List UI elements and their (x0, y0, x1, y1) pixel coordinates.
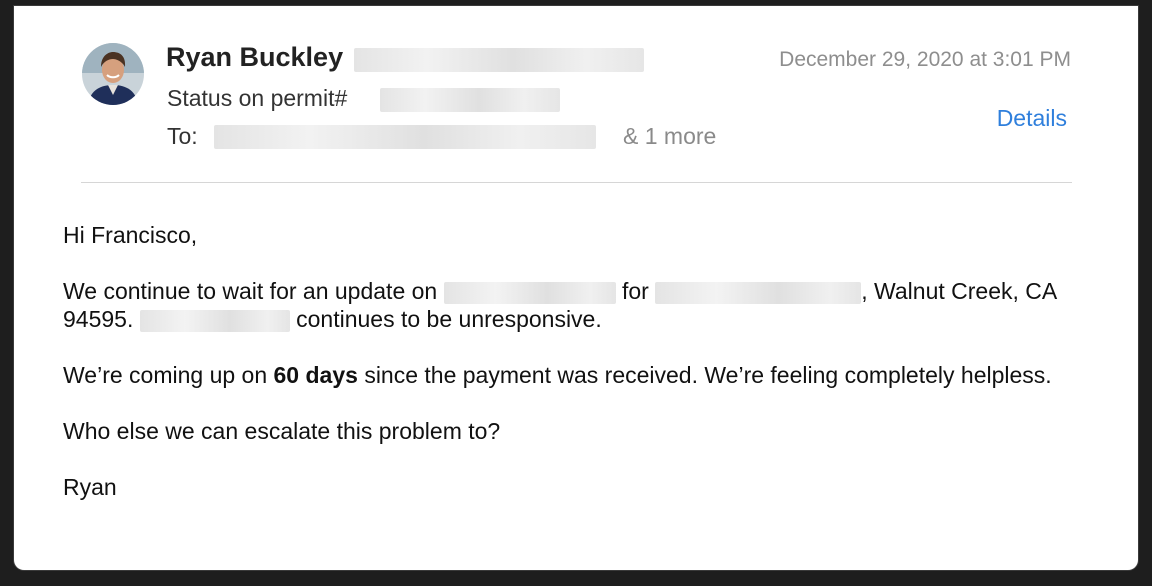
recipients-label: To: (167, 123, 198, 149)
body-text-segment: continues to be unresponsive. (296, 306, 602, 332)
header-divider (81, 182, 1072, 183)
body-paragraph-1: We continue to wait for an update on for… (63, 277, 1093, 333)
redacted-text (655, 281, 862, 304)
redacted-recipients (214, 125, 596, 149)
email-message-view: Ryan Buckley Status on permit# To: & 1 m… (14, 6, 1138, 570)
emphasis-text: 60 days (273, 362, 358, 388)
body-text-segment: since the payment was received. We’re fe… (364, 362, 1052, 388)
email-date: December 29, 2020 at 3:01 PM (779, 48, 1071, 71)
details-link[interactable]: Details (997, 105, 1067, 132)
redacted-text (443, 281, 616, 304)
body-text-segment: for (622, 278, 649, 304)
greeting: Hi Francisco, (63, 222, 198, 248)
body-paragraph-3: Who else we can escalate this problem to… (63, 418, 501, 444)
signature: Ryan (63, 474, 117, 500)
redacted-text (139, 309, 290, 332)
body-text-segment: We continue to wait for an update on (63, 278, 438, 304)
sender-name[interactable]: Ryan Buckley (166, 42, 343, 73)
body-paragraph-2: We’re coming up on 60 days since the pay… (63, 361, 1093, 389)
redacted-sender-email (354, 48, 644, 72)
more-recipients[interactable]: & 1 more (623, 123, 716, 150)
email-subject: Status on permit# (167, 85, 348, 111)
body-text-segment: We’re coming up on (63, 362, 268, 388)
redacted-permit-number (380, 88, 560, 112)
sender-avatar[interactable] (82, 43, 144, 105)
email-body: Hi Francisco, We continue to wait for an… (63, 221, 1093, 529)
